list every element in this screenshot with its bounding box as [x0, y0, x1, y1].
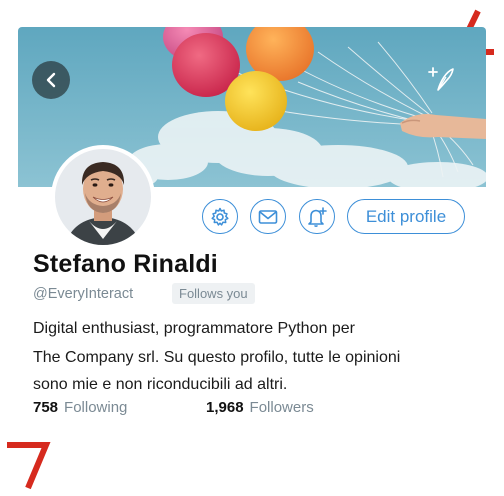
- edit-profile-label: Edit profile: [365, 206, 447, 226]
- profile-name: Stefano Rinaldi: [33, 250, 218, 278]
- following-count: 758: [33, 399, 59, 416]
- profile-handle[interactable]: @EveryInteract: [33, 286, 133, 302]
- bio-line: Digital enthusiast, programmatore Python…: [33, 320, 355, 337]
- edit-profile-button[interactable]: Edit profile: [347, 199, 465, 234]
- profile-card: Edit profile Stefano Rinaldi @EveryInter…: [18, 27, 486, 437]
- followers-stat[interactable]: 1,968 Followers: [206, 399, 314, 416]
- follows-you-badge: Follows you: [172, 283, 255, 304]
- avatar[interactable]: [51, 145, 155, 249]
- bio-line: sono mie e non riconducibili ad altri.: [33, 376, 288, 393]
- notifications-button[interactable]: [299, 199, 335, 234]
- settings-button[interactable]: [202, 199, 238, 234]
- message-button[interactable]: [250, 199, 286, 234]
- bio-line: The Company srl. Su questo profilo, tutt…: [33, 349, 401, 366]
- edit-banner-icon[interactable]: [428, 65, 456, 93]
- chevron-left-icon: [46, 72, 56, 88]
- corner-mark-bottom-left: [7, 442, 51, 490]
- back-button[interactable]: [32, 61, 70, 99]
- envelope-icon: [258, 209, 278, 224]
- gear-icon: [211, 207, 229, 226]
- bell-plus-icon: [308, 206, 327, 227]
- followers-count: 1,968: [206, 399, 244, 416]
- following-stat[interactable]: 758 Following: [33, 399, 127, 416]
- avatar-photo: [55, 149, 151, 245]
- following-label: Following: [64, 399, 128, 416]
- followers-label: Followers: [249, 399, 314, 416]
- profile-bio: Digital enthusiast, programmatore Python…: [33, 315, 483, 398]
